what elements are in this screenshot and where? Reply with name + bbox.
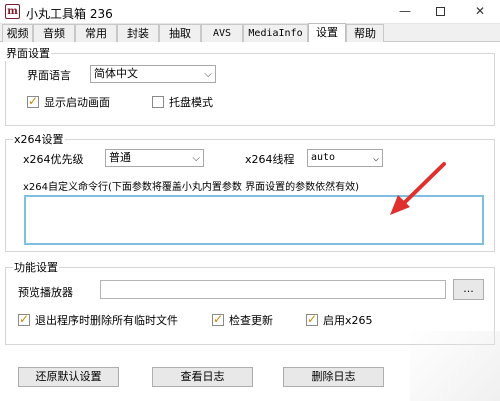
title-bar: m 小丸工具箱 236 — ✕ <box>0 0 500 24</box>
enable-x265-checkbox[interactable]: 启用x265 <box>306 312 373 328</box>
view-log-button[interactable]: 查看日志 <box>152 367 253 387</box>
tab-common[interactable]: 常用 <box>75 24 117 42</box>
check-update-label: 检查更新 <box>229 314 273 327</box>
show-splash-label: 显示启动画面 <box>44 96 110 109</box>
tab-help[interactable]: 帮助 <box>346 24 384 42</box>
maximize-button[interactable] <box>420 0 460 24</box>
language-value: 简体中文 <box>94 67 138 80</box>
tray-mode-checkbox[interactable]: 托盘模式 <box>152 94 213 110</box>
func-settings-title: 功能设置 <box>13 259 59 275</box>
check-update-checkbox[interactable]: 检查更新 <box>212 312 273 328</box>
custom-cmd-label: x264自定义命令行(下面参数将覆盖小丸内置参数 界面设置的参数依然有效) <box>23 182 359 193</box>
enable-x265-label: 启用x265 <box>323 314 373 327</box>
settings-panel: 界面设置 界面语言 简体中文 ⌵ 显示启动画面 托盘模式 x264设置 x264… <box>0 42 500 401</box>
chevron-down-icon: ⌵ <box>372 153 379 164</box>
delete-temp-checkbox[interactable]: 退出程序时删除所有临时文件 <box>18 312 178 328</box>
tab-avs[interactable]: AVS <box>201 24 243 42</box>
player-path-input[interactable] <box>100 280 446 299</box>
checkbox-icon <box>152 96 164 108</box>
close-button[interactable]: ✕ <box>460 0 500 24</box>
player-label: 预览播放器 <box>18 286 73 299</box>
tab-mux[interactable]: 封装 <box>117 24 159 42</box>
chevron-down-icon: ⌵ <box>204 69 212 80</box>
ui-settings-title: 界面设置 <box>5 45 51 61</box>
threads-label: x264线程 <box>245 153 295 166</box>
browse-player-button[interactable]: ... <box>453 279 484 300</box>
ui-settings-group <box>5 53 495 126</box>
language-select[interactable]: 简体中文 ⌵ <box>90 65 216 83</box>
maximize-icon <box>435 7 445 16</box>
threads-select[interactable]: auto ⌵ <box>307 149 383 167</box>
tab-mediainfo[interactable]: MediaInfo <box>243 24 308 42</box>
priority-value: 普通 <box>109 151 131 164</box>
tab-audio[interactable]: 音频 <box>33 24 75 42</box>
app-icon: m <box>5 4 20 19</box>
priority-label: x264优先级 <box>23 153 84 166</box>
threads-value: auto <box>311 152 336 163</box>
delete-temp-label: 退出程序时删除所有临时文件 <box>35 314 178 327</box>
checkbox-icon <box>212 312 224 326</box>
tab-video[interactable]: 视频 <box>2 24 33 42</box>
x264-settings-title: x264设置 <box>13 131 65 147</box>
window-title: 小丸工具箱 236 <box>26 7 113 21</box>
show-splash-checkbox[interactable]: 显示启动画面 <box>27 94 110 110</box>
tray-mode-label: 托盘模式 <box>169 96 213 109</box>
priority-select[interactable]: 普通 ⌵ <box>105 149 204 167</box>
tab-extract[interactable]: 抽取 <box>159 24 201 42</box>
checkbox-icon <box>306 312 318 326</box>
restore-default-button[interactable]: 还原默认设置 <box>18 367 119 387</box>
custom-cmd-input[interactable] <box>24 195 484 245</box>
checkbox-icon <box>27 94 39 108</box>
chevron-down-icon: ⌵ <box>192 153 200 164</box>
watermark <box>410 331 500 401</box>
language-label: 界面语言 <box>27 69 71 82</box>
minimize-button[interactable]: — <box>385 0 425 24</box>
tab-settings[interactable]: 设置 <box>308 23 346 42</box>
delete-log-button[interactable]: 删除日志 <box>283 367 384 387</box>
checkbox-icon <box>18 312 30 326</box>
tab-bar: 视频 音频 常用 封装 抽取 AVS MediaInfo 设置 帮助 <box>0 23 500 42</box>
